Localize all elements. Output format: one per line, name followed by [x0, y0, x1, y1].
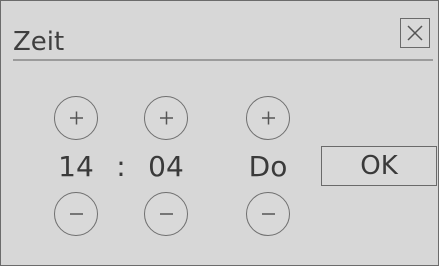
minus-icon	[70, 213, 83, 215]
hour-value: 14	[58, 150, 94, 183]
day-value: Do	[248, 150, 288, 183]
plus-icon	[160, 111, 173, 125]
time-separator: :	[116, 150, 126, 183]
time-dialog: Zeit 14 : 04 Do OK	[0, 0, 439, 266]
minute-increment-button[interactable]	[144, 96, 188, 140]
minute-decrement-button[interactable]	[144, 192, 188, 236]
plus-icon	[262, 111, 275, 125]
day-decrement-button[interactable]	[246, 192, 290, 236]
hour-increment-button[interactable]	[54, 96, 98, 140]
title-divider	[13, 59, 433, 61]
close-button[interactable]	[400, 18, 430, 48]
close-icon	[407, 25, 423, 41]
hour-decrement-button[interactable]	[54, 192, 98, 236]
minus-icon	[262, 213, 275, 215]
ok-button[interactable]: OK	[321, 146, 437, 186]
day-increment-button[interactable]	[246, 96, 290, 140]
dialog-title: Zeit	[13, 27, 65, 57]
minute-value: 04	[148, 150, 184, 183]
plus-icon	[70, 111, 83, 125]
minus-icon	[160, 213, 173, 215]
